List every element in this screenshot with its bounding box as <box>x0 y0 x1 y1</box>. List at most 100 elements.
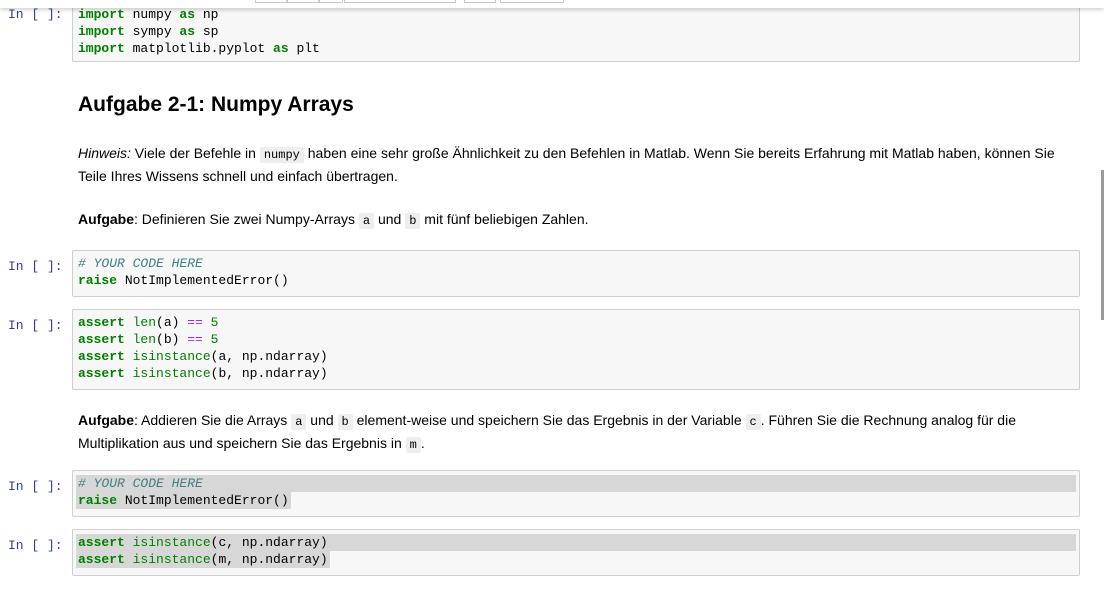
task-label: Aufgabe <box>78 211 134 227</box>
selection-highlight: raise NotImplementedError() <box>76 492 291 509</box>
hint-label: Hinweis: <box>78 145 131 161</box>
code-token: NotImplementedError() <box>117 493 289 508</box>
markdown-hint-cell: Hinweis: Viele der Befehle in numpy habe… <box>78 143 1078 187</box>
inline-code-a: a <box>291 414 307 430</box>
inline-code-b: b <box>337 414 353 430</box>
code-token: (b) <box>156 332 188 347</box>
code-token: assert <box>78 332 125 347</box>
toolbar-button[interactable] <box>319 0 343 3</box>
task-text: und <box>306 412 338 428</box>
code-token: matplotlib.pyplot <box>124 41 274 56</box>
code-token: assert <box>78 535 125 550</box>
code-token: raise <box>78 493 118 508</box>
code-token: isinstance <box>132 552 211 567</box>
task-text: . <box>420 435 425 451</box>
code-token: assert <box>78 349 125 364</box>
code-token: assert <box>78 366 125 381</box>
task-text: element-weise und speichern Sie das Erge… <box>352 412 746 428</box>
task-label: Aufgabe <box>78 412 134 428</box>
code-token: # YOUR CODE HERE <box>78 256 203 271</box>
inline-code-m: m <box>405 437 421 453</box>
code-token: sp <box>195 24 219 39</box>
code-token: # YOUR CODE HERE <box>78 476 203 491</box>
code-editor[interactable]: # YOUR CODE HERE raise NotImplementedErro… <box>72 250 1080 297</box>
selection-highlight: assert isinstance(m, np.ndarray) <box>76 551 330 568</box>
code-line: # YOUR CODE HERE <box>76 475 1076 492</box>
code-token: as <box>179 24 196 39</box>
code-line: # YOUR CODE HERE <box>78 255 1074 272</box>
code-editor[interactable]: # YOUR CODE HERE raise NotImplementedErro… <box>72 470 1080 517</box>
code-token: len <box>132 332 157 347</box>
task-text: : Addieren Sie die Arrays <box>134 412 292 428</box>
code-token: isinstance <box>132 535 211 550</box>
code-token: np <box>195 7 219 22</box>
code-token: len <box>132 315 157 330</box>
code-token: == <box>187 332 203 347</box>
code-token: numpy <box>124 7 180 22</box>
code-token: raise <box>78 273 118 288</box>
code-line: assert isinstance(m, np.ndarray) <box>76 551 1074 568</box>
code-token: sympy <box>124 24 180 39</box>
code-token: import <box>78 24 125 39</box>
code-token: import <box>78 7 125 22</box>
code-line: raise NotImplementedError() <box>76 492 1074 509</box>
code-line: assert isinstance(a, np.ndarray) <box>78 348 1074 365</box>
cell-prompt: In [ ]: <box>8 259 63 274</box>
cell-prompt: In [ ]: <box>8 479 63 494</box>
cell-prompt: In [ ]: <box>8 7 63 22</box>
code-editor[interactable]: assert len(a) == 5 assert len(b) == 5 asse… <box>72 309 1080 390</box>
markdown-task-cell: Aufgabe: Addieren Sie die Arrays a und b… <box>78 410 1078 456</box>
code-token: isinstance <box>132 349 211 364</box>
code-line: assert isinstance(c, np.ndarray) <box>76 534 1076 551</box>
code-line: raise NotImplementedError() <box>78 272 1074 289</box>
code-line: import numpy as np <box>78 6 1074 23</box>
cell-prompt: In [ ]: <box>8 318 63 333</box>
notebook-toolbar <box>0 0 1104 8</box>
code-token: 5 <box>210 315 219 330</box>
toolbar-button[interactable] <box>500 0 564 3</box>
code-token: assert <box>78 315 125 330</box>
task-text: mit fünf beliebigen Zahlen. <box>420 211 589 227</box>
task-text: : Definieren Sie zwei Numpy-Arrays <box>134 211 359 227</box>
code-token: as <box>273 41 289 56</box>
code-line: assert len(b) == 5 <box>78 331 1074 348</box>
code-token: plt <box>288 41 320 56</box>
code-token: 5 <box>210 332 219 347</box>
cell-prompt: In [ ]: <box>8 538 63 553</box>
code-line: import sympy as sp <box>78 23 1074 40</box>
markdown-task-cell: Aufgabe: Definieren Sie zwei Numpy-Array… <box>78 209 1078 232</box>
code-token: NotImplementedError() <box>117 273 289 288</box>
code-line: assert isinstance(b, np.ndarray) <box>78 365 1074 382</box>
code-token: as <box>179 7 196 22</box>
section-heading: Aufgabe 2-1: Numpy Arrays <box>78 93 354 116</box>
code-line: import matplotlib.pyplot as plt <box>78 40 1074 57</box>
toolbar-button[interactable] <box>255 0 287 3</box>
code-token: (b, np.ndarray) <box>210 366 328 381</box>
cell-type-select[interactable] <box>344 0 456 3</box>
code-token: (a) <box>156 315 188 330</box>
code-editor[interactable]: import numpy as np import sympy as sp impo… <box>72 2 1080 62</box>
code-token: (c, np.ndarray) <box>210 535 328 550</box>
inline-code-a: a <box>358 213 375 229</box>
code-token: assert <box>78 552 125 567</box>
code-token: (m, np.ndarray) <box>210 552 328 567</box>
toolbar-button[interactable] <box>287 0 319 3</box>
code-token: isinstance <box>132 366 211 381</box>
toolbar-button[interactable] <box>464 0 496 3</box>
code-editor[interactable]: assert isinstance(c, np.ndarray) assert i… <box>72 529 1080 576</box>
inline-code-b: b <box>405 213 421 229</box>
code-token: import <box>78 41 125 56</box>
code-line: assert len(a) == 5 <box>78 314 1074 331</box>
task-text: und <box>374 211 406 227</box>
hint-text: Viele der Befehle in <box>130 145 260 161</box>
markdown-heading-cell: Aufgabe 2-1: Numpy Arrays <box>78 92 1078 118</box>
code-token: (a, np.ndarray) <box>210 349 328 364</box>
